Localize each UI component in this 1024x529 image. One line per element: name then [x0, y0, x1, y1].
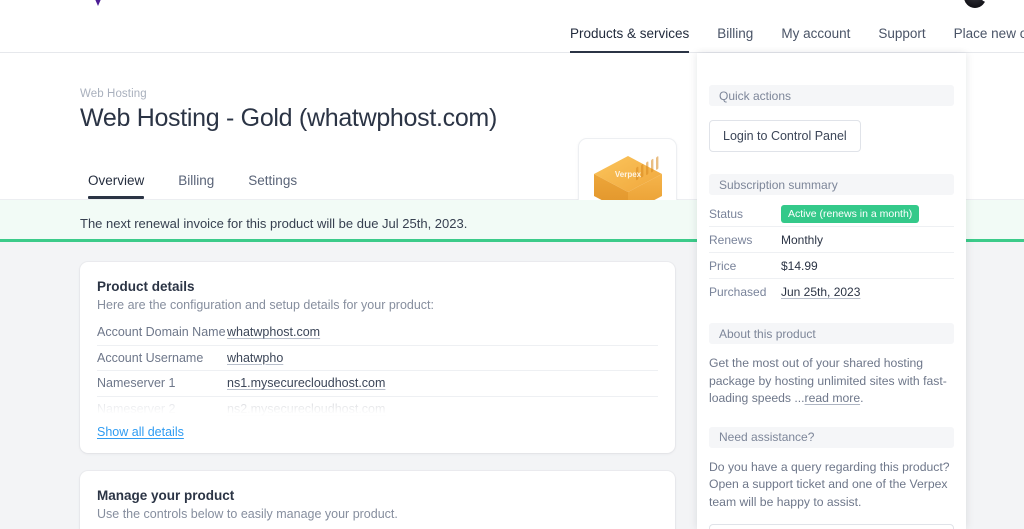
nav-item-my-account[interactable]: My account [767, 15, 864, 53]
product-details-subtitle: Here are the configuration and setup det… [97, 298, 435, 312]
product-details-title: Product details [97, 279, 195, 294]
account-menu[interactable] [962, 0, 994, 14]
table-row: Renews Monthly [709, 227, 954, 253]
about-product-body: Get the most out of your shared hosting … [709, 355, 954, 408]
row-value-renews: Monthly [781, 232, 824, 247]
table-row: Nameserver 2 ns2.mysecurecloudhost.com [97, 397, 658, 423]
nav-item-list: Products & services Billing My account S… [556, 15, 1024, 53]
detail-value-username[interactable]: whatwpho [227, 351, 283, 365]
nav-item-support[interactable]: Support [864, 15, 939, 53]
detail-label: Account Domain Name [97, 325, 226, 340]
app-root: Products & services Billing My account S… [0, 0, 1024, 529]
detail-value-domain[interactable]: whatwphost.com [227, 325, 320, 339]
nav-label: Billing [717, 26, 754, 41]
manage-product-subtitle: Use the controls below to easily manage … [97, 507, 398, 521]
row-label: Price [709, 258, 737, 273]
subscription-summary-heading: Subscription summary [709, 174, 954, 195]
nav-label: Products & services [570, 26, 690, 41]
verpex-logo[interactable] [91, 0, 105, 6]
nav-label: Place new order [953, 26, 1024, 41]
open-support-ticket-button[interactable]: Open support ticket [709, 524, 954, 529]
show-all-details-link[interactable]: Show all details [97, 425, 184, 439]
breadcrumb: Web Hosting [80, 88, 147, 100]
detail-value-nameserver-1[interactable]: ns1.mysecurecloudhost.com [227, 376, 385, 390]
row-value-price: $14.99 [781, 258, 818, 273]
global-topbar [0, 0, 1024, 15]
row-label: Purchased [709, 285, 767, 299]
product-details-table: Account Domain Name whatwphost.com Accou… [97, 320, 658, 422]
table-row: Account Domain Name whatwphost.com [97, 320, 658, 346]
table-row: Price $14.99 [709, 253, 954, 279]
login-control-panel-button[interactable]: Login to Control Panel [709, 120, 861, 152]
main-content: Product details Here are the configurati… [0, 245, 697, 529]
detail-value-nameserver-2[interactable]: ns2.mysecurecloudhost.com [227, 402, 385, 416]
status-badge: Active (renews in a month) [781, 204, 920, 223]
nav-item-place-new-order[interactable]: Place new order [940, 15, 1024, 53]
table-row: Status Active (renews in a month) [709, 201, 954, 227]
table-row: Purchased Jun 25th, 2023 [709, 279, 954, 305]
table-row: Nameserver 1 ns1.mysecurecloudhost.com [97, 371, 658, 397]
detail-label: Nameserver 1 [97, 376, 176, 391]
nav-item-products-services[interactable]: Products & services [556, 15, 703, 53]
tab-label: Billing [178, 173, 215, 188]
manage-product-card: Manage your product Use the controls bel… [80, 471, 675, 529]
main-navigation: Products & services Billing My account S… [0, 15, 1024, 53]
svg-text:Verpex: Verpex [614, 170, 641, 179]
about-text-end: . [860, 391, 864, 405]
tab-label: Settings [248, 173, 298, 188]
manage-product-title: Manage your product [97, 488, 235, 503]
need-assistance-body: Do you have a query regarding this produ… [709, 459, 950, 509]
need-assistance-heading: Need assistance? [709, 426, 954, 448]
read-more-link[interactable]: read more [805, 391, 861, 405]
page-title: Web Hosting - Gold (whatwphost.com) [80, 104, 497, 132]
row-label: Status [709, 206, 744, 221]
renewal-notice-text: The next renewal invoice for this produc… [80, 216, 468, 231]
table-row: Account Username whatwpho [97, 346, 658, 371]
about-product-heading: About this product [709, 323, 954, 344]
product-details-card: Product details Here are the configurati… [80, 262, 675, 453]
tab-settings[interactable]: Settings [231, 173, 314, 197]
row-label: Renews [709, 232, 753, 247]
nav-item-billing[interactable]: Billing [703, 15, 767, 53]
row-value-purchased[interactable]: Jun 25th, 2023 [781, 285, 860, 299]
tab-billing[interactable]: Billing [161, 173, 231, 197]
detail-label: Nameserver 2 [97, 402, 176, 417]
detail-label: Account Username [97, 350, 204, 365]
nav-label: My account [781, 26, 851, 41]
product-sidebar: Quick actions Login to Control Panel Sub… [697, 53, 966, 529]
subscription-summary-table: Status Active (renews in a month) Renews… [709, 201, 954, 305]
nav-label: Support [878, 26, 926, 41]
quick-actions-heading: Quick actions [709, 85, 954, 106]
tab-label: Overview [88, 173, 145, 188]
